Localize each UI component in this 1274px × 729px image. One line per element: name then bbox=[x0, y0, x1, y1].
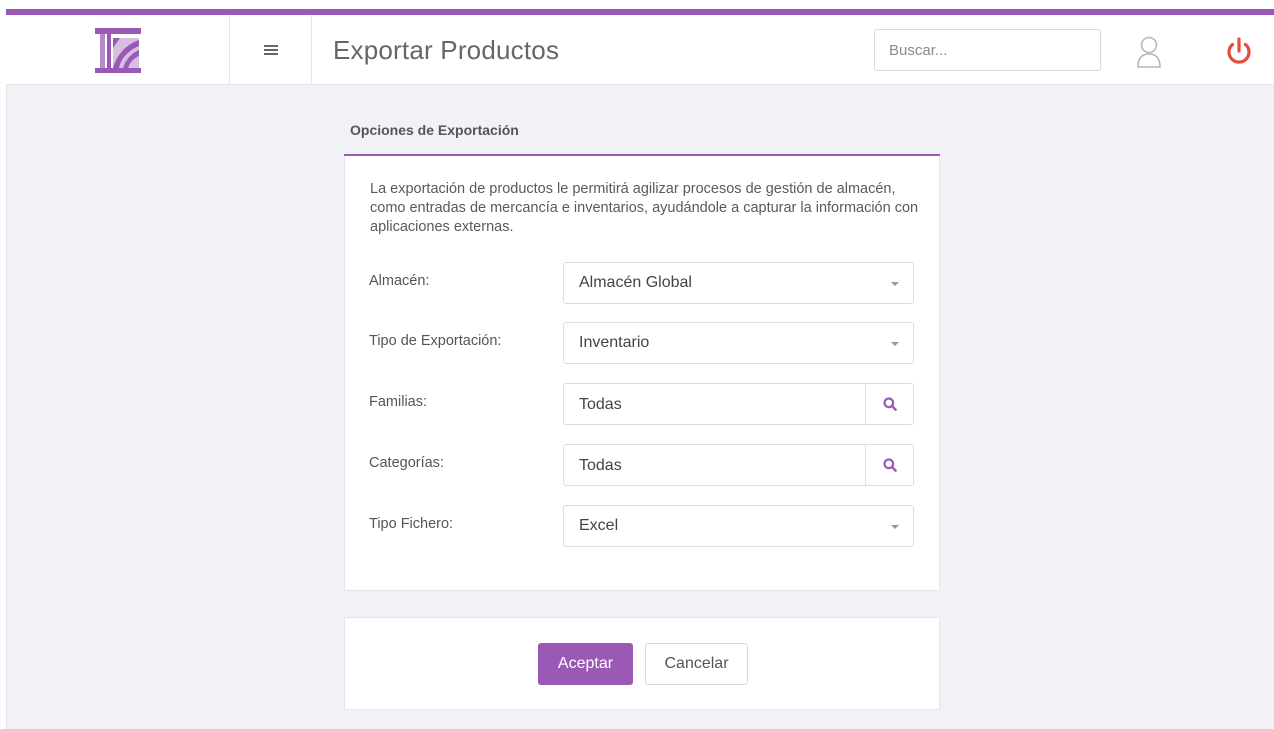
form-row-tipo-fichero: Tipo Fichero: Excel bbox=[369, 505, 919, 547]
page-title: Exportar Productos bbox=[333, 35, 560, 65]
accept-button[interactable]: Aceptar bbox=[538, 643, 633, 685]
form-row-familias: Familias: Todas bbox=[369, 383, 919, 425]
familias-value: Todas bbox=[579, 396, 622, 413]
panel-title: Opciones de Exportación bbox=[344, 110, 940, 156]
search-icon bbox=[882, 458, 897, 472]
familias-search-button[interactable] bbox=[865, 384, 913, 424]
tipo-exportacion-value: Inventario bbox=[579, 334, 650, 351]
familias-label: Familias: bbox=[369, 394, 428, 410]
form-row-tipo-exportacion: Tipo de Exportación: Inventario bbox=[369, 322, 919, 364]
top-header: Exportar Productos bbox=[6, 15, 1274, 85]
user-icon bbox=[1137, 36, 1161, 68]
menu-toggle-button[interactable] bbox=[230, 15, 312, 85]
search-icon bbox=[882, 397, 897, 411]
almacen-select[interactable]: Almacén Global bbox=[563, 262, 914, 304]
almacen-value: Almacén Global bbox=[579, 274, 692, 291]
panel-description: La exportación de productos le permitirá… bbox=[370, 181, 919, 235]
form-row-almacen: Almacén: Almacén Global bbox=[369, 262, 919, 304]
categorias-search-button[interactable] bbox=[865, 445, 913, 485]
hamburger-icon bbox=[263, 45, 278, 55]
power-icon bbox=[1227, 37, 1251, 64]
user-button[interactable] bbox=[1134, 35, 1164, 69]
actions-panel: Aceptar Cancelar bbox=[344, 617, 940, 710]
tipo-exportacion-select[interactable]: Inventario bbox=[563, 322, 914, 364]
logo-area[interactable] bbox=[6, 15, 230, 85]
cancel-button[interactable]: Cancelar bbox=[645, 643, 748, 685]
export-options-panel: Opciones de Exportación La exportación d… bbox=[344, 110, 940, 591]
categorias-value: Todas bbox=[579, 457, 622, 474]
form-row-categorias: Categorías: Todas bbox=[369, 444, 919, 486]
logo-icon bbox=[94, 28, 141, 73]
categorias-field[interactable]: Todas bbox=[563, 444, 914, 486]
search-input[interactable] bbox=[874, 29, 1101, 71]
familias-field[interactable]: Todas bbox=[563, 383, 914, 425]
caret-down-icon bbox=[891, 342, 899, 346]
almacen-label: Almacén: bbox=[369, 273, 430, 289]
tipo-exportacion-label: Tipo de Exportación: bbox=[369, 333, 502, 349]
tipo-fichero-value: Excel bbox=[579, 517, 619, 534]
caret-down-icon bbox=[891, 525, 899, 529]
tipo-fichero-label: Tipo Fichero: bbox=[369, 516, 454, 532]
caret-down-icon bbox=[891, 282, 899, 286]
tipo-fichero-select[interactable]: Excel bbox=[563, 505, 914, 547]
logout-button[interactable] bbox=[1224, 35, 1254, 67]
categorias-label: Categorías: bbox=[369, 455, 444, 471]
